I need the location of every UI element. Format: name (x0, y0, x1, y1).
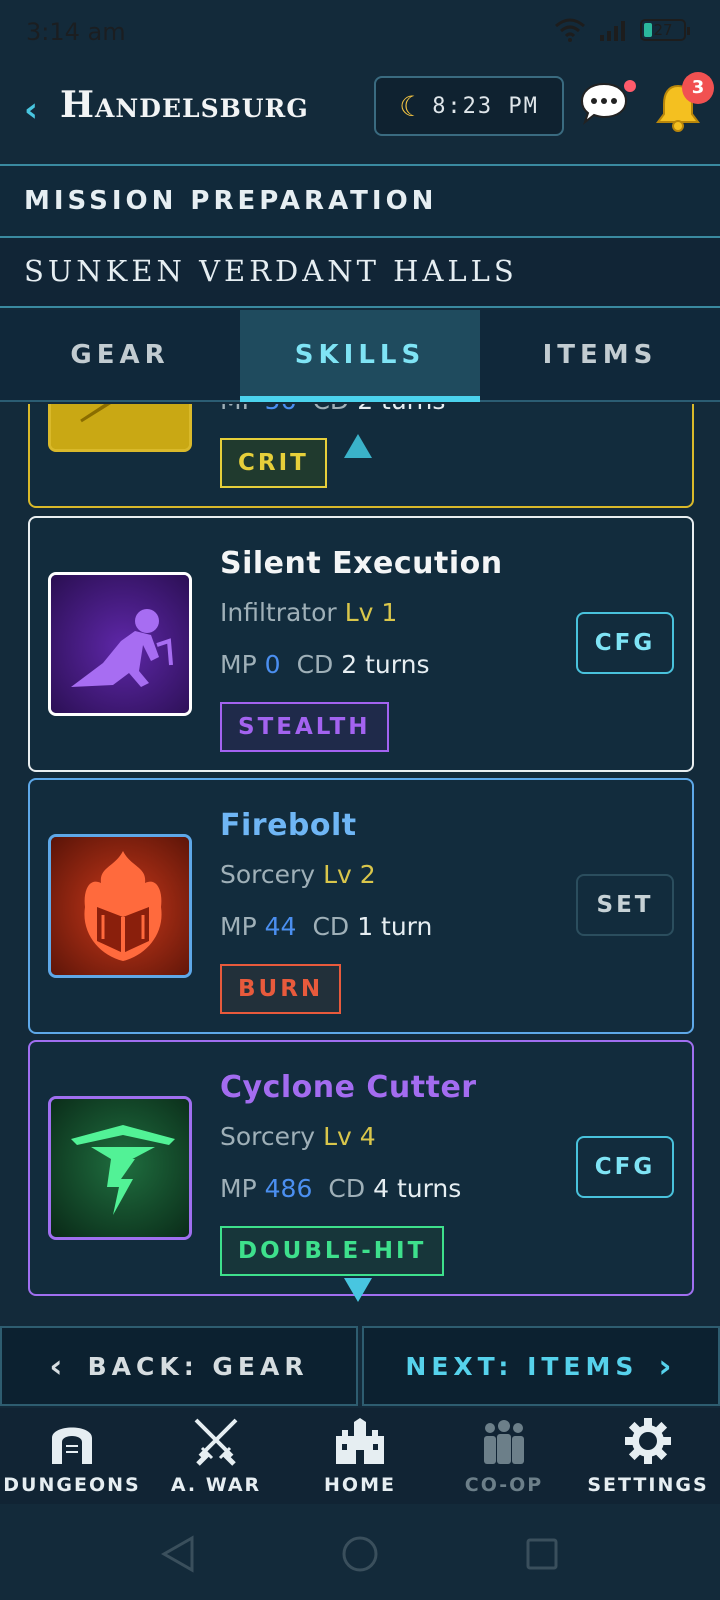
skill-tag: STEALTH (220, 702, 389, 752)
nav-settings[interactable]: SETTINGS (576, 1408, 720, 1504)
cfg-button[interactable]: CFG (576, 1136, 674, 1198)
tab-bar: GEAR SKILLS ITEMS (0, 310, 720, 402)
skill-art-cyclone-cutter (48, 1096, 192, 1240)
skill-list[interactable]: MP56CD2 turns CRIT Silent Execution Infi… (0, 404, 720, 1324)
nav-label: SETTINGS (587, 1474, 709, 1496)
skill-art-firebolt (48, 834, 192, 978)
chevron-right-icon: › (658, 1347, 677, 1385)
cfg-button[interactable]: CFG (576, 612, 674, 674)
status-time: 3:14 am (26, 18, 126, 46)
battery-icon: 27 (640, 19, 690, 41)
castle-icon (336, 1418, 384, 1464)
chat-unread-dot (624, 80, 636, 92)
clock-time: 8:23 PM (432, 93, 539, 119)
chat-icon[interactable] (580, 80, 628, 126)
skill-stats: MP 0 CD 2 turns (220, 650, 430, 679)
location-title: SUNKEN VERDANT HALLS (24, 254, 518, 288)
nav-label: DUNGEONS (3, 1474, 141, 1496)
scroll-up-arrow-icon[interactable] (344, 434, 372, 458)
nav-label: A. WAR (170, 1474, 262, 1496)
system-nav-bar (0, 1504, 720, 1600)
crossed-swords-icon (194, 1418, 238, 1466)
back-label: BACK: GEAR (87, 1351, 309, 1381)
back-gear-button[interactable]: ‹ BACK: GEAR (0, 1326, 358, 1406)
system-home-icon[interactable] (340, 1534, 380, 1574)
nav-a-war[interactable]: A. WAR (144, 1408, 288, 1504)
next-label: NEXT: ITEMS (405, 1351, 639, 1381)
skill-stats: MP 44 CD 1 turn (220, 912, 433, 941)
nav-dungeons[interactable]: DUNGEONS (0, 1408, 144, 1504)
skill-stats: MP56CD2 turns (220, 404, 445, 415)
back-chevron-icon[interactable]: ‹ (24, 90, 38, 130)
skill-card[interactable]: Firebolt Sorcery Lv 2 MP 44 CD 1 turn BURN S… (28, 778, 694, 1034)
skill-art-crit (48, 404, 192, 452)
skill-name: Cyclone Cutter (220, 1070, 477, 1105)
moon-icon: ☾ (399, 89, 425, 123)
status-bar: 3:14 am 27 (0, 0, 720, 66)
scroll-down-arrow-icon[interactable] (344, 1278, 372, 1302)
top-header: ‹ Handelsburg ☾ 8:23 PM 3 (0, 66, 720, 164)
step-navigation: ‹ BACK: GEAR NEXT: ITEMS › (0, 1326, 720, 1406)
skill-school: Sorcery Lv 4 (220, 1122, 376, 1151)
system-recents-icon[interactable] (524, 1536, 560, 1572)
skill-card[interactable]: Silent Execution Infiltrator Lv 1 MP 0 CD 2 … (28, 516, 694, 772)
skill-name: Silent Execution (220, 546, 503, 581)
skill-tag: BURN (220, 964, 342, 1014)
nav-label: CO-OP (464, 1474, 544, 1496)
bottom-nav: DUNGEONS A. WAR HOME CO-OP SETTINGS (0, 1408, 720, 1504)
mission-banner: MISSION PREPARATION (0, 164, 720, 236)
skill-name: Firebolt (220, 808, 357, 843)
skill-card[interactable]: Cyclone Cutter Sorcery Lv 4 MP 486 CD 4 turn… (28, 1040, 694, 1296)
city-title: Handelsburg (60, 84, 309, 126)
game-clock: ☾ 8:23 PM (374, 76, 564, 136)
tab-items[interactable]: ITEMS (480, 310, 720, 400)
wifi-icon (555, 18, 585, 42)
skill-tag: CRIT (220, 438, 327, 488)
next-items-button[interactable]: NEXT: ITEMS › (362, 1326, 720, 1406)
party-icon (484, 1420, 524, 1464)
mission-title: MISSION PREPARATION (24, 186, 438, 216)
location-banner: SUNKEN VERDANT HALLS (0, 236, 720, 308)
notification-badge: 3 (682, 72, 714, 104)
gear-icon (625, 1418, 671, 1464)
system-back-icon[interactable] (160, 1534, 196, 1574)
chevron-left-icon: ‹ (49, 1347, 68, 1385)
skill-school: Sorcery Lv 2 (220, 860, 376, 889)
nav-home[interactable]: HOME (288, 1408, 432, 1504)
status-icons: 27 (554, 18, 690, 42)
tab-skills[interactable]: SKILLS (240, 310, 480, 402)
skill-tag: DOUBLE-HIT (220, 1226, 445, 1276)
skill-school: Infiltrator Lv 1 (220, 598, 398, 627)
skill-stats: MP 486 CD 4 turns (220, 1174, 462, 1203)
nav-label: HOME (324, 1474, 396, 1496)
signal-icon (600, 21, 625, 41)
set-button[interactable]: SET (576, 874, 674, 936)
tab-gear[interactable]: GEAR (0, 310, 240, 400)
skill-art-silent-execution (48, 572, 192, 716)
dungeon-icon (52, 1427, 92, 1464)
nav-co-op[interactable]: CO-OP (432, 1408, 576, 1504)
